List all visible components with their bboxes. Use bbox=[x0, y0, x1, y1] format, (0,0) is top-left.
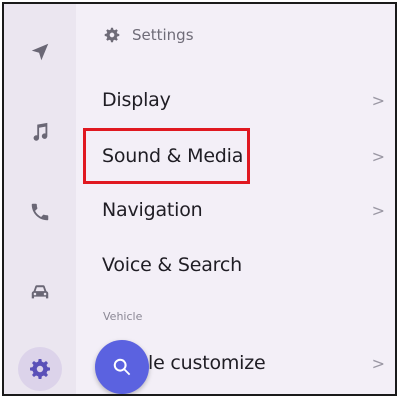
page-title: Settings bbox=[132, 26, 194, 44]
chevron-right-icon: > bbox=[371, 146, 385, 166]
rail-button-vehicle[interactable] bbox=[18, 270, 62, 314]
menu-item-label: Navigation bbox=[102, 199, 203, 221]
car-icon bbox=[31, 285, 49, 299]
menu-item-sound-media[interactable]: Sound & Media > bbox=[80, 131, 395, 181]
navigation-rail bbox=[4, 4, 76, 394]
settings-header: Settings bbox=[104, 26, 194, 44]
gear-icon bbox=[104, 27, 120, 43]
rail-button-phone[interactable] bbox=[18, 190, 62, 234]
gear-icon bbox=[30, 359, 50, 379]
menu-item-navigation[interactable]: Navigation > bbox=[80, 185, 395, 235]
menu-item-label: le customize bbox=[148, 352, 266, 374]
chevron-right-icon: > bbox=[371, 90, 385, 110]
section-label-vehicle: Vehicle bbox=[103, 310, 143, 323]
rail-button-media[interactable] bbox=[18, 110, 62, 154]
menu-item-label: Sound & Media bbox=[102, 145, 244, 167]
chevron-right-icon: > bbox=[371, 200, 385, 220]
menu-item-label: Display bbox=[102, 89, 171, 111]
settings-screen: Settings Display > Sound & Media > Navig… bbox=[2, 2, 397, 396]
rail-button-navigation[interactable] bbox=[18, 30, 62, 74]
rail-button-settings[interactable] bbox=[18, 347, 62, 391]
chevron-right-icon: > bbox=[371, 353, 385, 373]
menu-item-voice-search[interactable]: Voice & Search bbox=[80, 240, 395, 290]
menu-item-display[interactable]: Display > bbox=[80, 75, 395, 125]
menu-item-label: Voice & Search bbox=[102, 254, 242, 276]
search-button[interactable] bbox=[95, 340, 149, 394]
music-note-icon bbox=[33, 122, 48, 141]
search-icon bbox=[113, 358, 131, 376]
navigation-arrow-icon bbox=[31, 43, 49, 61]
phone-icon bbox=[31, 203, 49, 221]
